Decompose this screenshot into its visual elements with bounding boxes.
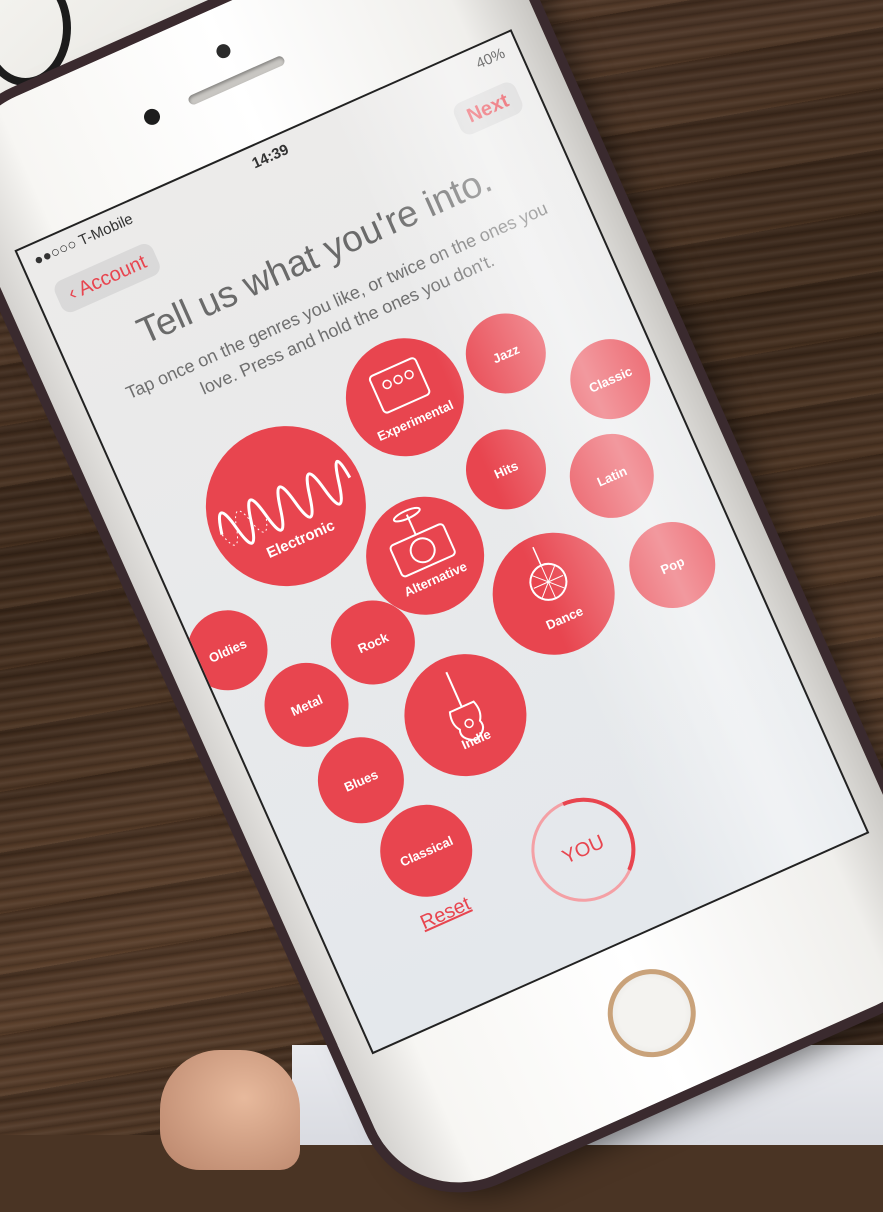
genre-label-blues: Blues <box>341 766 381 795</box>
genre-label-latin: Latin <box>594 462 630 490</box>
earpiece-speaker <box>186 54 287 107</box>
progress-arc-icon <box>531 797 636 902</box>
reset-link[interactable]: Reset <box>417 893 474 935</box>
genre-bubble-classic[interactable]: Classic <box>557 326 664 432</box>
genre-bubble-pop[interactable]: Pop <box>615 508 730 622</box>
genre-label-jazz: Jazz <box>490 341 522 366</box>
genre-bubble-oldies[interactable]: Oldies <box>174 597 281 704</box>
genre-label-pop: Pop <box>657 553 687 577</box>
genre-label-metal: Metal <box>288 691 325 719</box>
genre-bubble-jazz[interactable]: Jazz <box>452 300 559 407</box>
amplifier-icon <box>368 357 431 414</box>
front-camera <box>214 41 233 61</box>
you-progress-ring: YOU <box>514 781 653 919</box>
genre-label-oldies: Oldies <box>206 635 249 666</box>
genre-label-classical: Classical <box>397 832 456 870</box>
genre-label-hits: Hits <box>491 457 521 482</box>
next-button-label: Next <box>463 89 513 128</box>
thumb <box>160 1050 300 1170</box>
home-button[interactable] <box>593 955 710 1072</box>
genre-bubble-latin[interactable]: Latin <box>556 420 668 532</box>
genre-label-classic: Classic <box>586 363 635 396</box>
genre-label-rock: Rock <box>355 629 391 656</box>
proximity-sensor <box>141 106 163 128</box>
back-button-label: Account <box>74 250 150 301</box>
genre-bubble-experimental[interactable]: Experimental <box>327 319 483 476</box>
battery-percent: 40% <box>473 44 508 73</box>
